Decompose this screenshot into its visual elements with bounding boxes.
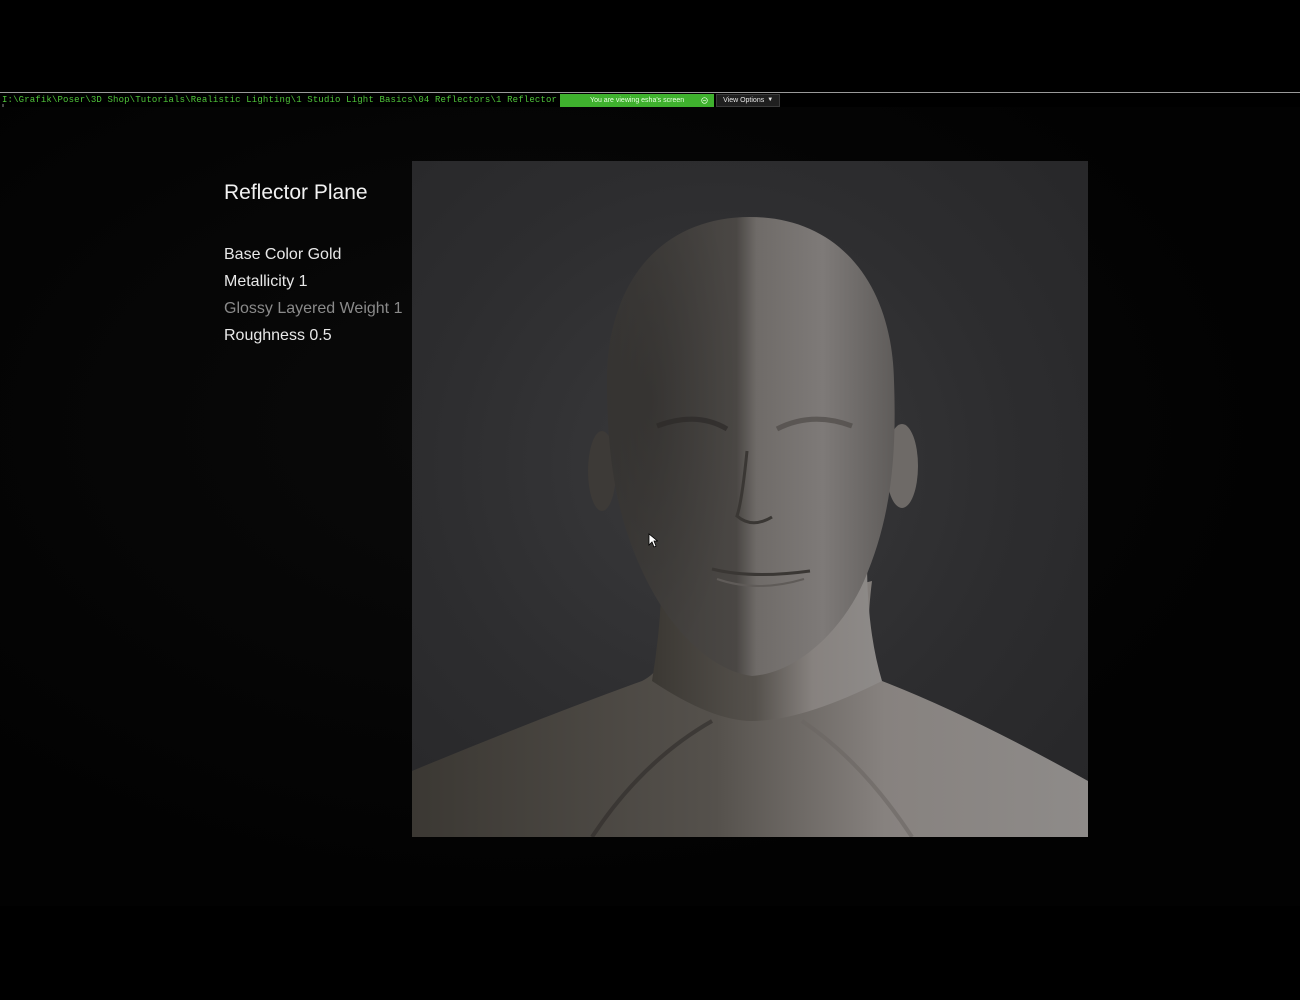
letterbox-top [0, 0, 1300, 92]
view-options-label: View Options [723, 96, 765, 104]
property-glossy-layered-weight: Glossy Layered Weight 1 [224, 300, 403, 317]
property-base-color: Base Color Gold [224, 246, 342, 263]
mouse-pointer-icon [648, 533, 658, 548]
letterbox-bottom [0, 906, 1300, 1000]
render-preview-image [412, 161, 1088, 837]
screen-share-bar: I:\Grafik\Poser\3D Shop\Tutorials\Realis… [0, 93, 1300, 107]
property-roughness: Roughness 0.5 [224, 327, 332, 344]
phone-hangup-icon[interactable] [701, 96, 708, 104]
chevron-down-icon: ▼ [767, 97, 774, 103]
material-properties-list: Base Color Gold Metallicity 1 Glossy Lay… [224, 241, 402, 349]
viewing-banner-label: You are viewing esha's screen [590, 96, 685, 104]
property-metallicity: Metallicity 1 [224, 273, 308, 290]
screen-share-window: I:\Grafik\Poser\3D Shop\Tutorials\Realis… [0, 0, 1300, 1000]
file-path-text: I:\Grafik\Poser\3D Shop\Tutorials\Realis… [2, 95, 558, 105]
view-options-button[interactable]: View Options ▼ [716, 93, 781, 107]
head-render-illustration [412, 217, 1088, 837]
slide-title: Reflector Plane [224, 181, 368, 204]
viewing-banner[interactable]: You are viewing esha's screen [560, 93, 715, 107]
